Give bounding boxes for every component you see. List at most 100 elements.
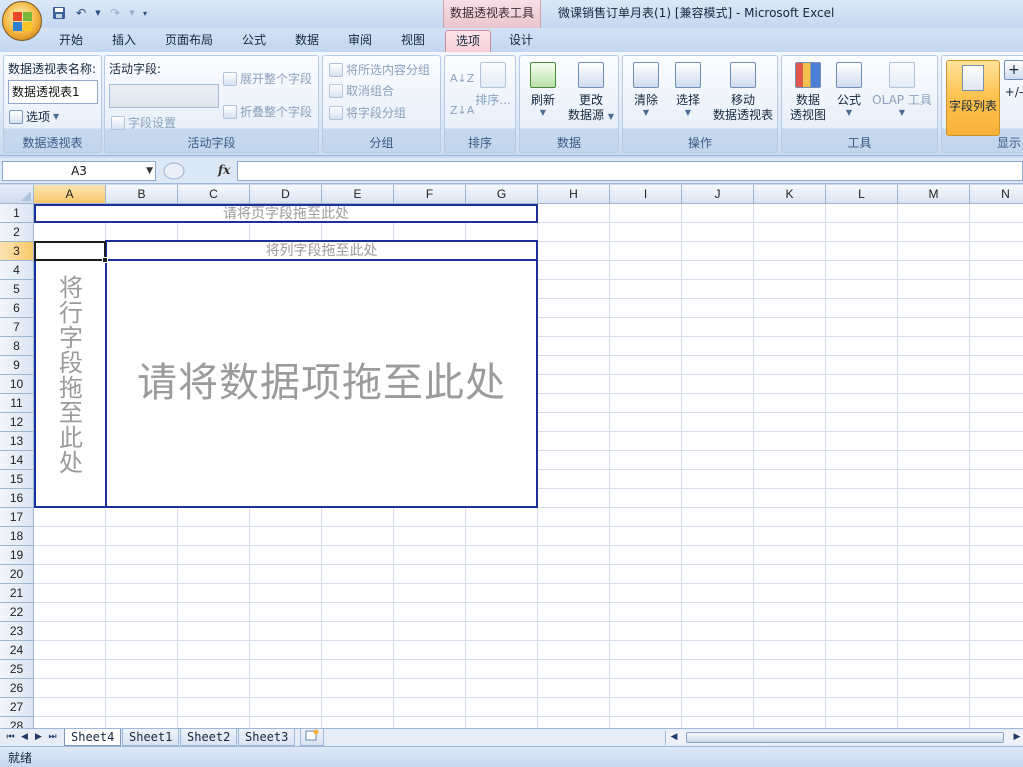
select-button[interactable]: 选择 ▼	[671, 62, 705, 117]
last-sheet-icon[interactable]: ⏭	[46, 731, 59, 744]
row-header[interactable]: 14	[0, 451, 34, 470]
expand-field-button[interactable]: 展开整个字段	[223, 70, 312, 88]
sheet-tab-sheet1[interactable]: Sheet1	[122, 729, 180, 746]
row-header[interactable]: 10	[0, 375, 34, 394]
select-all-corner[interactable]	[0, 185, 34, 204]
insert-function-icon[interactable]: fx	[218, 163, 230, 177]
row-header[interactable]: 11	[0, 394, 34, 413]
active-field-input[interactable]	[109, 84, 219, 108]
move-pivottable-button[interactable]: 移动 数据透视表	[711, 62, 775, 122]
row-header[interactable]: 3	[0, 242, 34, 261]
tab-home[interactable]: 开始	[48, 30, 94, 52]
name-box[interactable]: A3 ▼	[2, 161, 156, 181]
pivot-name-input[interactable]: 数据透视表1	[8, 80, 98, 104]
row-header[interactable]: 6	[0, 299, 34, 318]
column-header[interactable]: K	[754, 185, 826, 204]
column-header[interactable]: E	[322, 185, 394, 204]
tab-data[interactable]: 数据	[284, 30, 330, 52]
column-header[interactable]: D	[250, 185, 322, 204]
row-header[interactable]: 27	[0, 698, 34, 717]
collapse-field-button[interactable]: 折叠整个字段	[223, 103, 312, 121]
row-header[interactable]: 25	[0, 660, 34, 679]
column-header[interactable]: F	[394, 185, 466, 204]
row-header[interactable]: 13	[0, 432, 34, 451]
sheet-tab-sheet3[interactable]: Sheet3	[238, 729, 296, 746]
row-header[interactable]: 8	[0, 337, 34, 356]
row-header[interactable]: 26	[0, 679, 34, 698]
scroll-thumb[interactable]	[686, 732, 1004, 743]
row-field-drop-zone[interactable]: 将行字段拖至此处	[34, 259, 107, 508]
row-header[interactable]: 12	[0, 413, 34, 432]
column-header[interactable]: B	[106, 185, 178, 204]
pivotchart-button[interactable]: 数据 透视图	[786, 62, 830, 122]
data-item-drop-zone[interactable]: 请将数据项拖至此处	[105, 259, 538, 508]
column-header[interactable]: C	[178, 185, 250, 204]
customize-qat-icon[interactable]: ▾	[140, 4, 150, 22]
change-source-button[interactable]: 更改 数据源 ▼	[566, 62, 616, 124]
ungroup-button[interactable]: 取消组合	[329, 82, 394, 100]
sort-ascending-button[interactable]: A↓Z	[450, 70, 474, 88]
undo-dropdown-icon[interactable]: ▼	[94, 4, 102, 22]
formula-bar-expand-icon[interactable]	[162, 162, 186, 180]
insert-sheet-icon[interactable]	[300, 729, 324, 746]
active-cell-a3[interactable]	[34, 241, 106, 261]
row-header[interactable]: 18	[0, 527, 34, 546]
row-header[interactable]: 20	[0, 565, 34, 584]
row-header[interactable]: 24	[0, 641, 34, 660]
column-header[interactable]: J	[682, 185, 754, 204]
tab-design[interactable]: 设计	[498, 30, 544, 52]
scroll-right-icon[interactable]: ▶	[1011, 731, 1023, 744]
undo-icon[interactable]: ↶	[72, 4, 90, 22]
olap-tools-button[interactable]: OLAP 工具 ▼	[870, 62, 934, 117]
row-header[interactable]: 2	[0, 223, 34, 242]
plus-minus-buttons[interactable]: + +/-	[1000, 60, 1023, 100]
row-header[interactable]: 7	[0, 318, 34, 337]
row-header[interactable]: 23	[0, 622, 34, 641]
tab-options[interactable]: 选项	[445, 30, 491, 52]
fill-handle[interactable]	[102, 257, 108, 263]
column-header[interactable]: N	[970, 185, 1023, 204]
row-header[interactable]: 15	[0, 470, 34, 489]
prev-sheet-icon[interactable]: ◀	[18, 731, 31, 744]
tab-view[interactable]: 视图	[390, 30, 436, 52]
group-field-button[interactable]: 将字段分组	[329, 104, 406, 122]
chevron-down-icon[interactable]: ▼	[146, 162, 153, 180]
horizontal-scrollbar[interactable]: ◀ ▶	[665, 731, 1023, 745]
column-header[interactable]: I	[610, 185, 682, 204]
next-sheet-icon[interactable]: ▶	[32, 731, 45, 744]
clear-button[interactable]: 清除 ▼	[629, 62, 663, 117]
row-header[interactable]: 28	[0, 717, 34, 728]
scroll-left-icon[interactable]: ◀	[668, 731, 680, 744]
group-selection-button[interactable]: 将所选内容分组	[329, 61, 430, 79]
first-sheet-icon[interactable]: ⏮	[4, 731, 17, 744]
column-header[interactable]: L	[826, 185, 898, 204]
save-icon[interactable]	[50, 4, 68, 22]
row-header[interactable]: 21	[0, 584, 34, 603]
sort-button[interactable]: 排序...	[475, 62, 511, 108]
redo-dropdown-icon[interactable]: ▼	[128, 4, 136, 22]
sheet-tab-sheet2[interactable]: Sheet2	[180, 729, 238, 746]
tab-page-layout[interactable]: 页面布局	[156, 30, 222, 52]
row-header[interactable]: 9	[0, 356, 34, 375]
row-header[interactable]: 1	[0, 204, 34, 223]
row-header[interactable]: 16	[0, 489, 34, 508]
tab-insert[interactable]: 插入	[101, 30, 147, 52]
row-header[interactable]: 17	[0, 508, 34, 527]
sheet-tab-sheet4[interactable]: Sheet4	[64, 729, 122, 746]
page-field-drop-zone[interactable]: 请将页字段拖至此处	[34, 204, 538, 223]
tab-review[interactable]: 审阅	[337, 30, 383, 52]
office-button[interactable]	[2, 1, 42, 41]
column-header[interactable]: M	[898, 185, 970, 204]
field-list-button[interactable]: 字段列表	[946, 60, 1000, 136]
row-header[interactable]: 19	[0, 546, 34, 565]
column-header[interactable]: G	[466, 185, 538, 204]
redo-icon[interactable]: ↷	[106, 4, 124, 22]
options-button[interactable]: 选项 ▼	[9, 108, 59, 126]
refresh-button[interactable]: 刷新 ▼	[526, 62, 560, 117]
sort-descending-button[interactable]: Z↓A	[450, 102, 474, 120]
formulas-button[interactable]: 公式 ▼	[832, 62, 866, 117]
row-header[interactable]: 5	[0, 280, 34, 299]
formula-input[interactable]	[237, 161, 1023, 181]
row-header[interactable]: 22	[0, 603, 34, 622]
column-field-drop-zone[interactable]: 将列字段拖至此处	[105, 240, 538, 261]
